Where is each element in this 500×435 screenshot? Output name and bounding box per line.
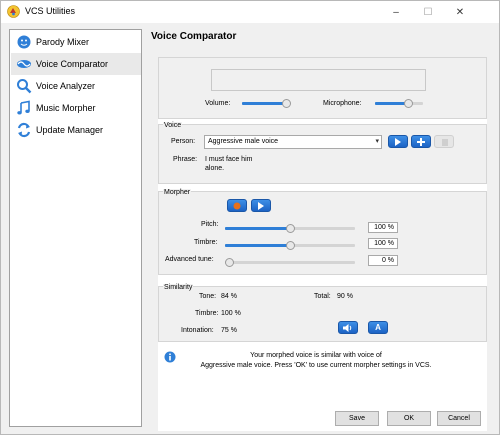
intonation-value: 75 % [221, 327, 237, 334]
intonation-label: Intonation: [181, 327, 214, 334]
play-icon [395, 137, 401, 146]
voice-group-label: Voice [163, 122, 183, 129]
plus-icon [417, 137, 425, 146]
maximize-button[interactable]: ☐ [413, 1, 443, 23]
phrase-text-line2: alone. [205, 165, 225, 172]
save-button[interactable]: Save [335, 411, 379, 426]
sidebar-item-label: Voice Analyzer [36, 81, 96, 91]
close-button[interactable]: ✕ [445, 1, 475, 23]
update-manager-icon [17, 122, 31, 138]
sidebar-item-parody-mixer[interactable]: Parody Mixer [11, 31, 141, 53]
chevron-down-icon: ▾ [375, 138, 379, 145]
play-morphed-button[interactable] [251, 199, 271, 212]
record-button[interactable] [227, 199, 247, 212]
sidebar-item-label: Voice Comparator [36, 59, 109, 69]
similarity-timbre-value: 100 % [221, 310, 241, 317]
app-window: VCS Utilities – ☐ ✕ Parody Mixer Voice C… [0, 0, 500, 435]
similarity-group-label: Similarity [163, 284, 194, 291]
sidebar-item-label: Music Morpher [36, 103, 96, 113]
page-title: Voice Comparator [151, 31, 237, 42]
parody-mixer-icon [17, 35, 31, 49]
similarity-message-line1: Your morphed voice is similar with voice… [250, 352, 382, 359]
window-title: VCS Utilities [25, 6, 76, 16]
speaker-icon [343, 323, 352, 332]
advanced-tune-value[interactable]: 0 % [368, 255, 398, 266]
timbre-slider[interactable] [225, 241, 355, 250]
tone-label: Tone: [199, 293, 217, 300]
person-label: Person: [171, 138, 196, 145]
total-label: Total: [314, 293, 331, 300]
phrase-text-line1: I must face him [205, 156, 253, 163]
total-value: 90 % [337, 293, 353, 300]
similarity-message: Your morphed voice is similar with voice… [181, 351, 451, 371]
advanced-tune-slider[interactable] [225, 258, 355, 267]
music-morpher-icon [17, 100, 30, 115]
minimize-button[interactable]: – [381, 1, 411, 23]
voice-comparator-icon [17, 60, 31, 68]
delete-voice-button[interactable] [434, 135, 454, 148]
info-icon [164, 351, 176, 363]
pitch-slider-fill [225, 227, 290, 230]
microphone-slider-fill [375, 102, 407, 105]
pitch-label: Pitch: [201, 221, 219, 228]
add-voice-button[interactable] [411, 135, 431, 148]
timbre-slider-fill [225, 244, 290, 247]
ok-button[interactable]: OK [387, 411, 431, 426]
sidebar-item-update-manager[interactable]: Update Manager [11, 119, 141, 141]
title-bar: VCS Utilities – ☐ ✕ [1, 1, 499, 23]
waveform-display [211, 69, 426, 91]
sidebar-item-voice-comparator[interactable]: Voice Comparator [11, 53, 141, 75]
volume-slider-fill [242, 102, 287, 105]
pitch-slider-thumb[interactable] [286, 224, 295, 233]
tone-value: 84 % [221, 293, 237, 300]
sidebar-item-voice-analyzer[interactable]: Voice Analyzer [11, 75, 141, 97]
microphone-slider-thumb[interactable] [404, 99, 413, 108]
volume-slider[interactable] [242, 99, 291, 108]
voice-group [158, 124, 487, 184]
microphone-slider[interactable] [375, 99, 423, 108]
person-select-value: Aggressive male voice [208, 138, 279, 145]
timbre-slider-thumb[interactable] [286, 241, 295, 250]
record-icon [233, 202, 241, 209]
voice-analyzer-icon [17, 79, 32, 94]
phrase-label: Phrase: [173, 156, 198, 163]
pitch-slider[interactable] [225, 224, 355, 233]
pitch-value[interactable]: 100 % [368, 222, 398, 233]
sidebar-item-music-morpher[interactable]: Music Morpher [11, 97, 141, 119]
person-select[interactable]: Aggressive male voice ▾ [204, 135, 382, 149]
sidebar-item-label: Parody Mixer [36, 37, 90, 47]
sidebar: Parody Mixer Voice Comparator Voice Anal… [9, 29, 142, 427]
analyze-button[interactable]: A [368, 321, 388, 334]
volume-slider-thumb[interactable] [282, 99, 291, 108]
compare-sound-button[interactable] [338, 321, 358, 334]
similarity-message-line2: Aggressive male voice. Press 'OK' to use… [200, 362, 432, 369]
similarity-timbre-label: Timbre: [195, 310, 219, 317]
app-icon [7, 5, 20, 18]
sidebar-item-label: Update Manager [36, 125, 104, 135]
timbre-label: Timbre: [194, 239, 218, 246]
morpher-group-label: Morpher [163, 189, 192, 196]
advanced-tune-label: Advanced tune: [165, 256, 214, 263]
volume-label: Volume: [205, 100, 231, 107]
timbre-value[interactable]: 100 % [368, 238, 398, 249]
trash-icon [442, 139, 448, 146]
cancel-button[interactable]: Cancel [437, 411, 481, 426]
play-icon [258, 201, 264, 210]
microphone-label: Microphone: [323, 100, 362, 107]
play-voice-button[interactable] [388, 135, 408, 148]
advanced-tune-slider-thumb[interactable] [225, 258, 234, 267]
